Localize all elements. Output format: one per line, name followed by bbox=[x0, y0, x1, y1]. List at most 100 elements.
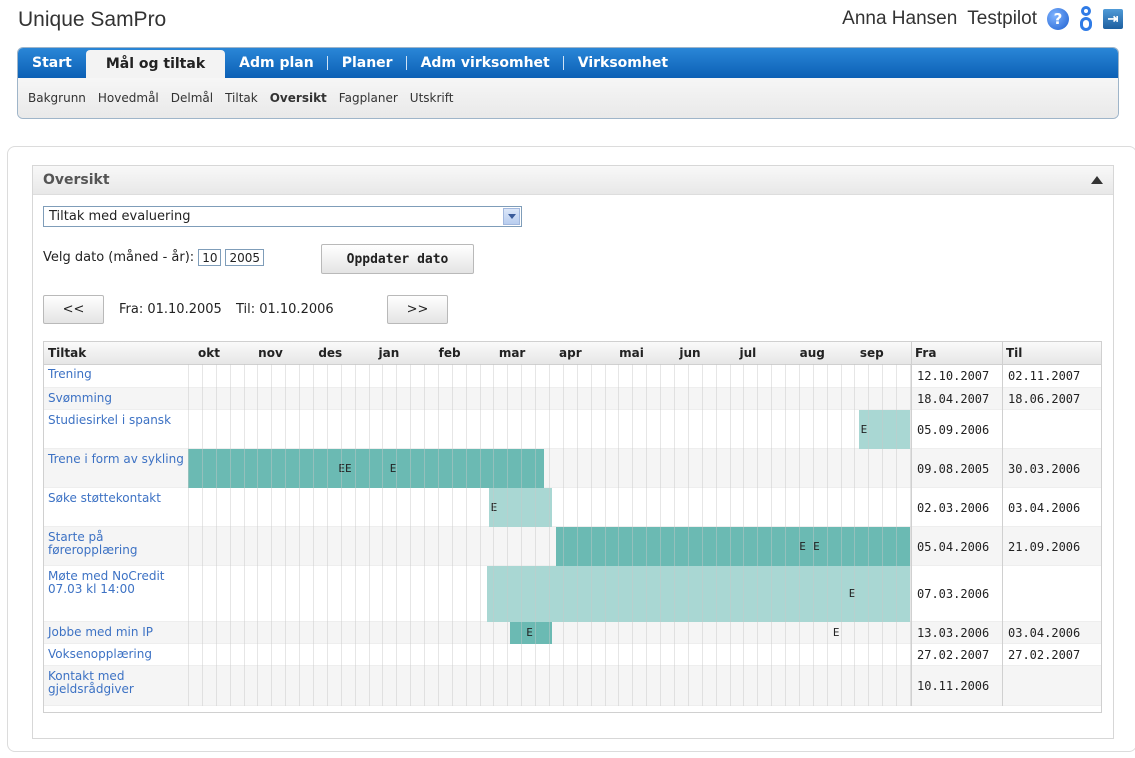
overview-panel: Oversikt Tiltak med evaluering Velg dato… bbox=[32, 165, 1114, 739]
to-date-cell: 03.04.2006 bbox=[1008, 626, 1081, 640]
week-gridline bbox=[368, 364, 370, 706]
month-header: aug bbox=[799, 346, 825, 360]
week-gridline bbox=[285, 364, 287, 706]
sub-tab[interactable]: Tiltak bbox=[225, 91, 258, 105]
month-header: okt bbox=[198, 346, 220, 360]
evaluation-marker[interactable]: E bbox=[526, 626, 533, 639]
week-gridline bbox=[451, 364, 453, 706]
sub-tab[interactable]: Delmål bbox=[171, 91, 213, 105]
gantt-table: Tiltak Fra Til okt nov des jan feb mar apr mai j… bbox=[43, 341, 1102, 713]
task-link[interactable]: Trene i form av sykling bbox=[48, 453, 188, 466]
week-gridline bbox=[562, 364, 564, 706]
month-header: jul bbox=[739, 346, 757, 360]
main-tab[interactable]: Start bbox=[18, 48, 86, 78]
gantt-header: Tiltak Fra Til okt nov des jan feb mar apr mai j… bbox=[44, 342, 1101, 365]
task-link[interactable]: Møte med NoCredit 07.03 kl 14:00 bbox=[48, 570, 188, 596]
week-gridline bbox=[771, 364, 773, 706]
week-gridline bbox=[701, 364, 703, 706]
to-date-cell: 21.09.2006 bbox=[1008, 539, 1081, 554]
range-from: Fra: 01.10.2005 bbox=[119, 302, 222, 317]
range-to: Til: 01.10.2006 bbox=[235, 302, 334, 317]
task-link[interactable]: Jobbe med min IP bbox=[48, 626, 188, 639]
panel-title: Oversikt bbox=[43, 172, 110, 188]
task-link[interactable]: Trening bbox=[48, 368, 188, 381]
update-date-button[interactable]: Oppdater dato bbox=[321, 244, 474, 274]
main-tab[interactable]: Virksomhet bbox=[564, 48, 682, 78]
sub-tab[interactable]: Hovedmål bbox=[98, 91, 159, 105]
month-header: sep bbox=[859, 346, 884, 360]
from-date-cell: 10.11.2006 bbox=[917, 679, 990, 693]
evaluation-marker[interactable]: E bbox=[861, 423, 868, 436]
task-link[interactable]: Studiesirkel i spansk bbox=[48, 414, 188, 427]
sub-tab[interactable]: Oversikt bbox=[270, 91, 327, 105]
collapse-icon[interactable] bbox=[1091, 176, 1103, 184]
from-date-cell: 09.08.2005 bbox=[917, 461, 990, 476]
week-gridline bbox=[687, 364, 689, 706]
to-date-cell: 27.02.2007 bbox=[1008, 648, 1081, 662]
week-gridline bbox=[340, 364, 342, 706]
week-gridline bbox=[604, 364, 606, 706]
week-gridline bbox=[188, 364, 189, 706]
task-link[interactable]: Søke støttekontakt bbox=[48, 492, 188, 505]
week-gridline bbox=[229, 364, 231, 706]
chevron-down-icon[interactable] bbox=[503, 208, 520, 225]
next-period-button[interactable]: >> bbox=[387, 295, 448, 324]
from-date-cell: 18.04.2007 bbox=[917, 392, 990, 406]
year-input[interactable]: 2005 bbox=[225, 249, 265, 266]
week-gridline bbox=[660, 364, 662, 706]
week-gridline bbox=[576, 364, 578, 706]
week-gridline bbox=[882, 364, 884, 706]
task-link[interactable]: Kontakt med gjeldsrådgiver bbox=[48, 670, 188, 696]
to-date-cell: 02.11.2007 bbox=[1008, 369, 1081, 383]
week-gridline bbox=[299, 364, 301, 706]
week-gridline bbox=[382, 364, 384, 706]
week-gridline bbox=[549, 364, 550, 706]
gantt-bar bbox=[555, 527, 910, 566]
to-date-cell: 30.03.2006 bbox=[1008, 461, 1081, 476]
month-header: jun bbox=[679, 346, 701, 360]
main-navigation: Start Mål og tiltak Adm plan Planer Adm virk… bbox=[17, 47, 1119, 119]
view-select[interactable]: Tiltak med evaluering bbox=[43, 206, 522, 227]
week-gridline bbox=[410, 364, 412, 706]
week-gridline bbox=[673, 364, 675, 706]
sub-tab[interactable]: Fagplaner bbox=[339, 91, 398, 105]
main-tab[interactable]: Mål og tiltak bbox=[85, 50, 226, 78]
main-tab[interactable]: Planer bbox=[328, 48, 407, 78]
main-tab[interactable]: Adm virksomhet bbox=[407, 48, 564, 78]
task-link[interactable]: Starte på føreropplæring bbox=[48, 531, 188, 557]
week-gridline bbox=[437, 364, 439, 706]
gantt-bar bbox=[486, 566, 910, 622]
task-link[interactable]: Svømming bbox=[48, 392, 188, 405]
previous-period-button[interactable]: << bbox=[43, 295, 104, 324]
month-input[interactable]: 10 bbox=[198, 249, 222, 266]
content-area: Oversikt Tiltak med evaluering Velg dato… bbox=[7, 146, 1135, 752]
evaluation-marker[interactable]: E bbox=[813, 540, 820, 553]
user-name[interactable]: Anna Hansen bbox=[842, 8, 957, 30]
week-gridline bbox=[257, 364, 259, 706]
evaluation-marker[interactable]: E bbox=[833, 626, 840, 639]
month-header: feb bbox=[438, 346, 461, 360]
task-link[interactable]: Voksenopplæring bbox=[48, 648, 188, 661]
date-label: Velg dato (måned - år): bbox=[43, 250, 195, 265]
help-icon[interactable]: ? bbox=[1047, 8, 1069, 30]
exit-icon[interactable]: ⇥ bbox=[1103, 9, 1123, 29]
evaluation-marker[interactable]: E bbox=[799, 540, 806, 553]
month-header: apr bbox=[559, 346, 582, 360]
main-tab[interactable]: Adm plan bbox=[225, 48, 328, 78]
week-gridline bbox=[215, 364, 217, 706]
to-date-cell: 03.04.2006 bbox=[1008, 500, 1081, 515]
month-header: mai bbox=[619, 346, 644, 360]
user-icon[interactable] bbox=[1079, 6, 1093, 32]
month-header: jan bbox=[378, 346, 400, 360]
user-area: Anna Hansen Testpilot ? ⇥ bbox=[842, 6, 1123, 32]
sub-tab[interactable]: Bakgrunn bbox=[28, 91, 86, 105]
week-gridline bbox=[646, 364, 648, 706]
week-gridline bbox=[757, 364, 759, 706]
month-header: des bbox=[318, 346, 343, 360]
month-header: mar bbox=[498, 346, 526, 360]
week-gridline bbox=[896, 364, 898, 706]
week-gridline bbox=[618, 364, 620, 706]
week-gridline bbox=[812, 364, 814, 706]
sub-tab[interactable]: Utskrift bbox=[410, 91, 454, 105]
week-gridline bbox=[521, 364, 523, 706]
